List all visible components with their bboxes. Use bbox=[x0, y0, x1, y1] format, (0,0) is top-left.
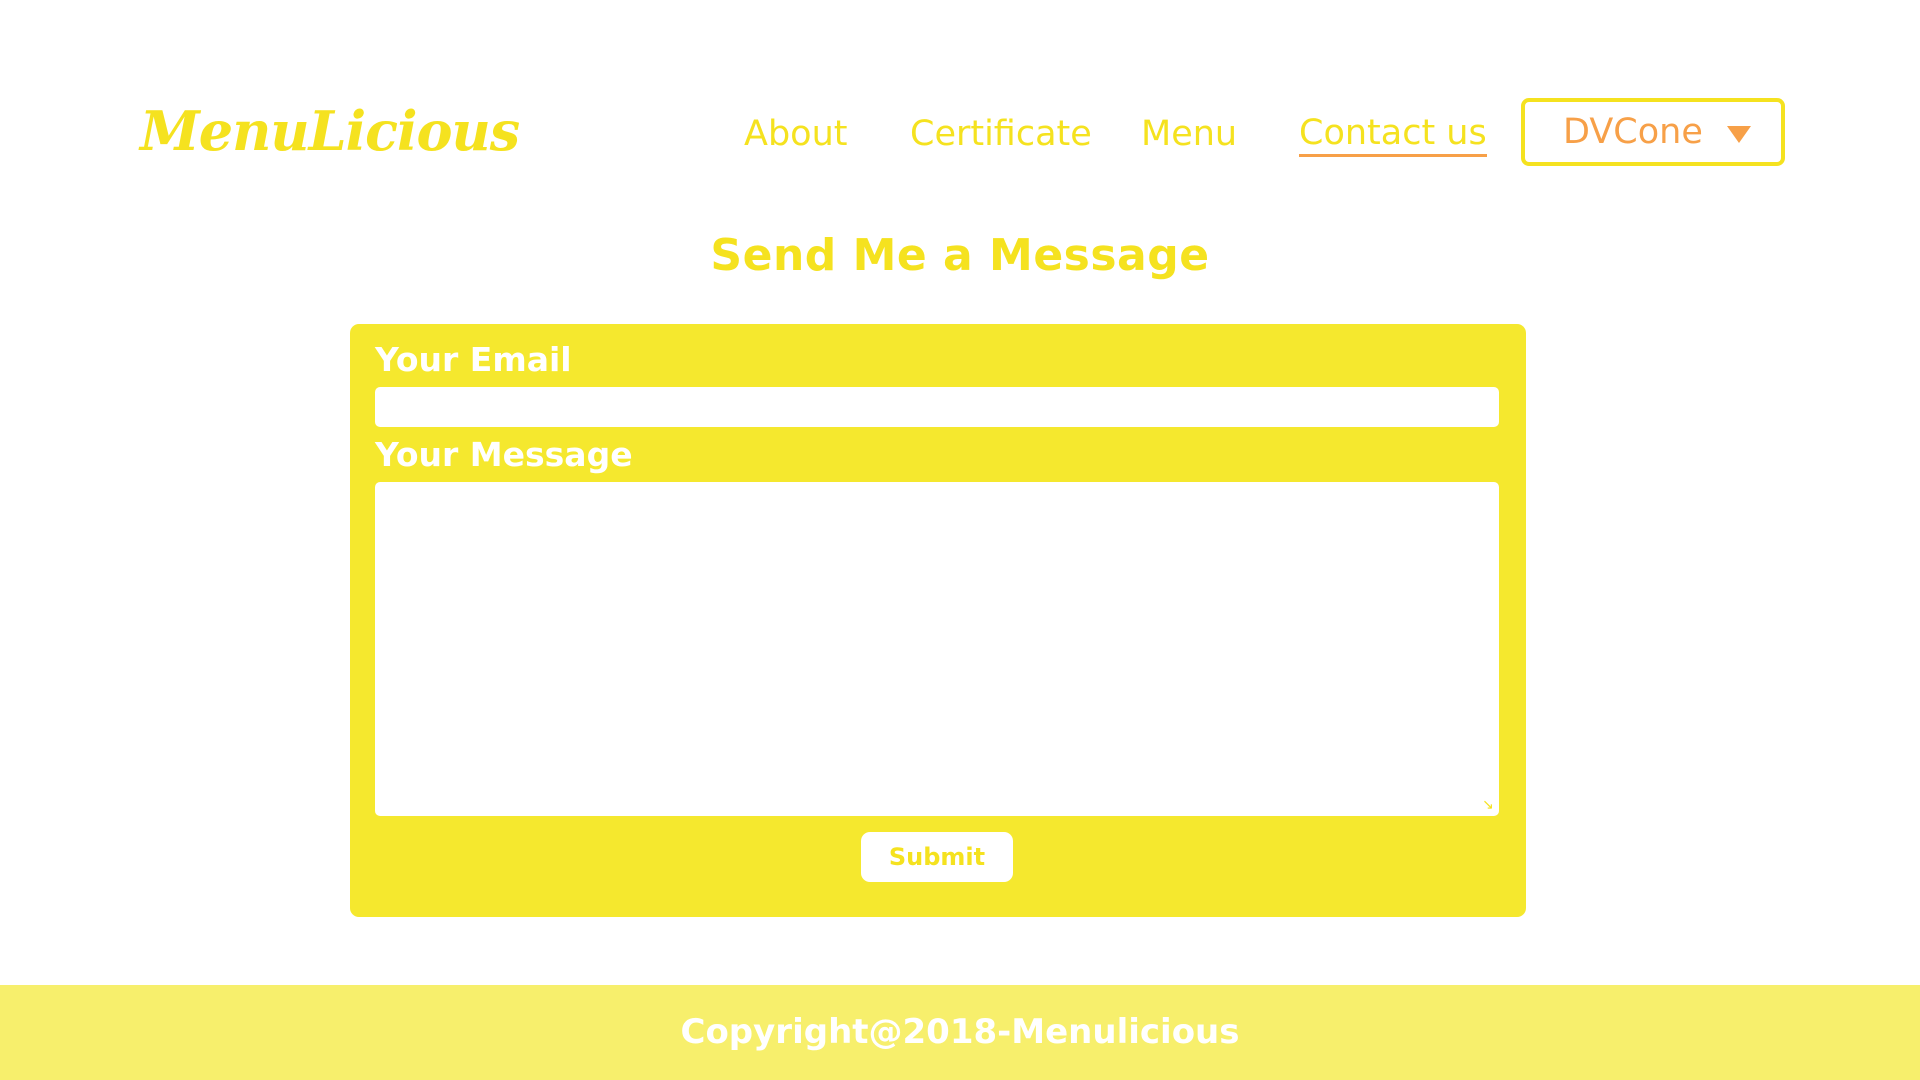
page-title: Send Me a Message bbox=[710, 230, 1210, 281]
nav-link-certificate[interactable]: Certificate bbox=[910, 112, 1092, 156]
email-label: Your Email bbox=[375, 340, 572, 379]
language-dropdown[interactable]: DVCone bbox=[1521, 98, 1785, 166]
nav-link-about[interactable]: About bbox=[744, 112, 847, 156]
dropdown-selected-value: DVCone bbox=[1563, 112, 1703, 152]
page: MenuLicious About Certificate Menu Conta… bbox=[0, 0, 1920, 1080]
submit-button[interactable]: Submit bbox=[861, 832, 1013, 882]
message-textarea[interactable] bbox=[375, 482, 1499, 816]
contact-form: Your Email Your Message ↘ Submit bbox=[350, 324, 1526, 917]
resize-handle-icon[interactable]: ↘ bbox=[1482, 798, 1496, 812]
email-field[interactable] bbox=[375, 387, 1499, 427]
footer: Copyright@2018-Menulicious bbox=[0, 985, 1920, 1080]
footer-copyright: Copyright@2018-Menulicious bbox=[680, 1012, 1240, 1052]
message-label: Your Message bbox=[375, 435, 633, 474]
nav-link-menu[interactable]: Menu bbox=[1141, 112, 1237, 156]
nav-link-contact-us[interactable]: Contact us bbox=[1299, 112, 1487, 157]
caret-down-icon bbox=[1727, 126, 1751, 143]
